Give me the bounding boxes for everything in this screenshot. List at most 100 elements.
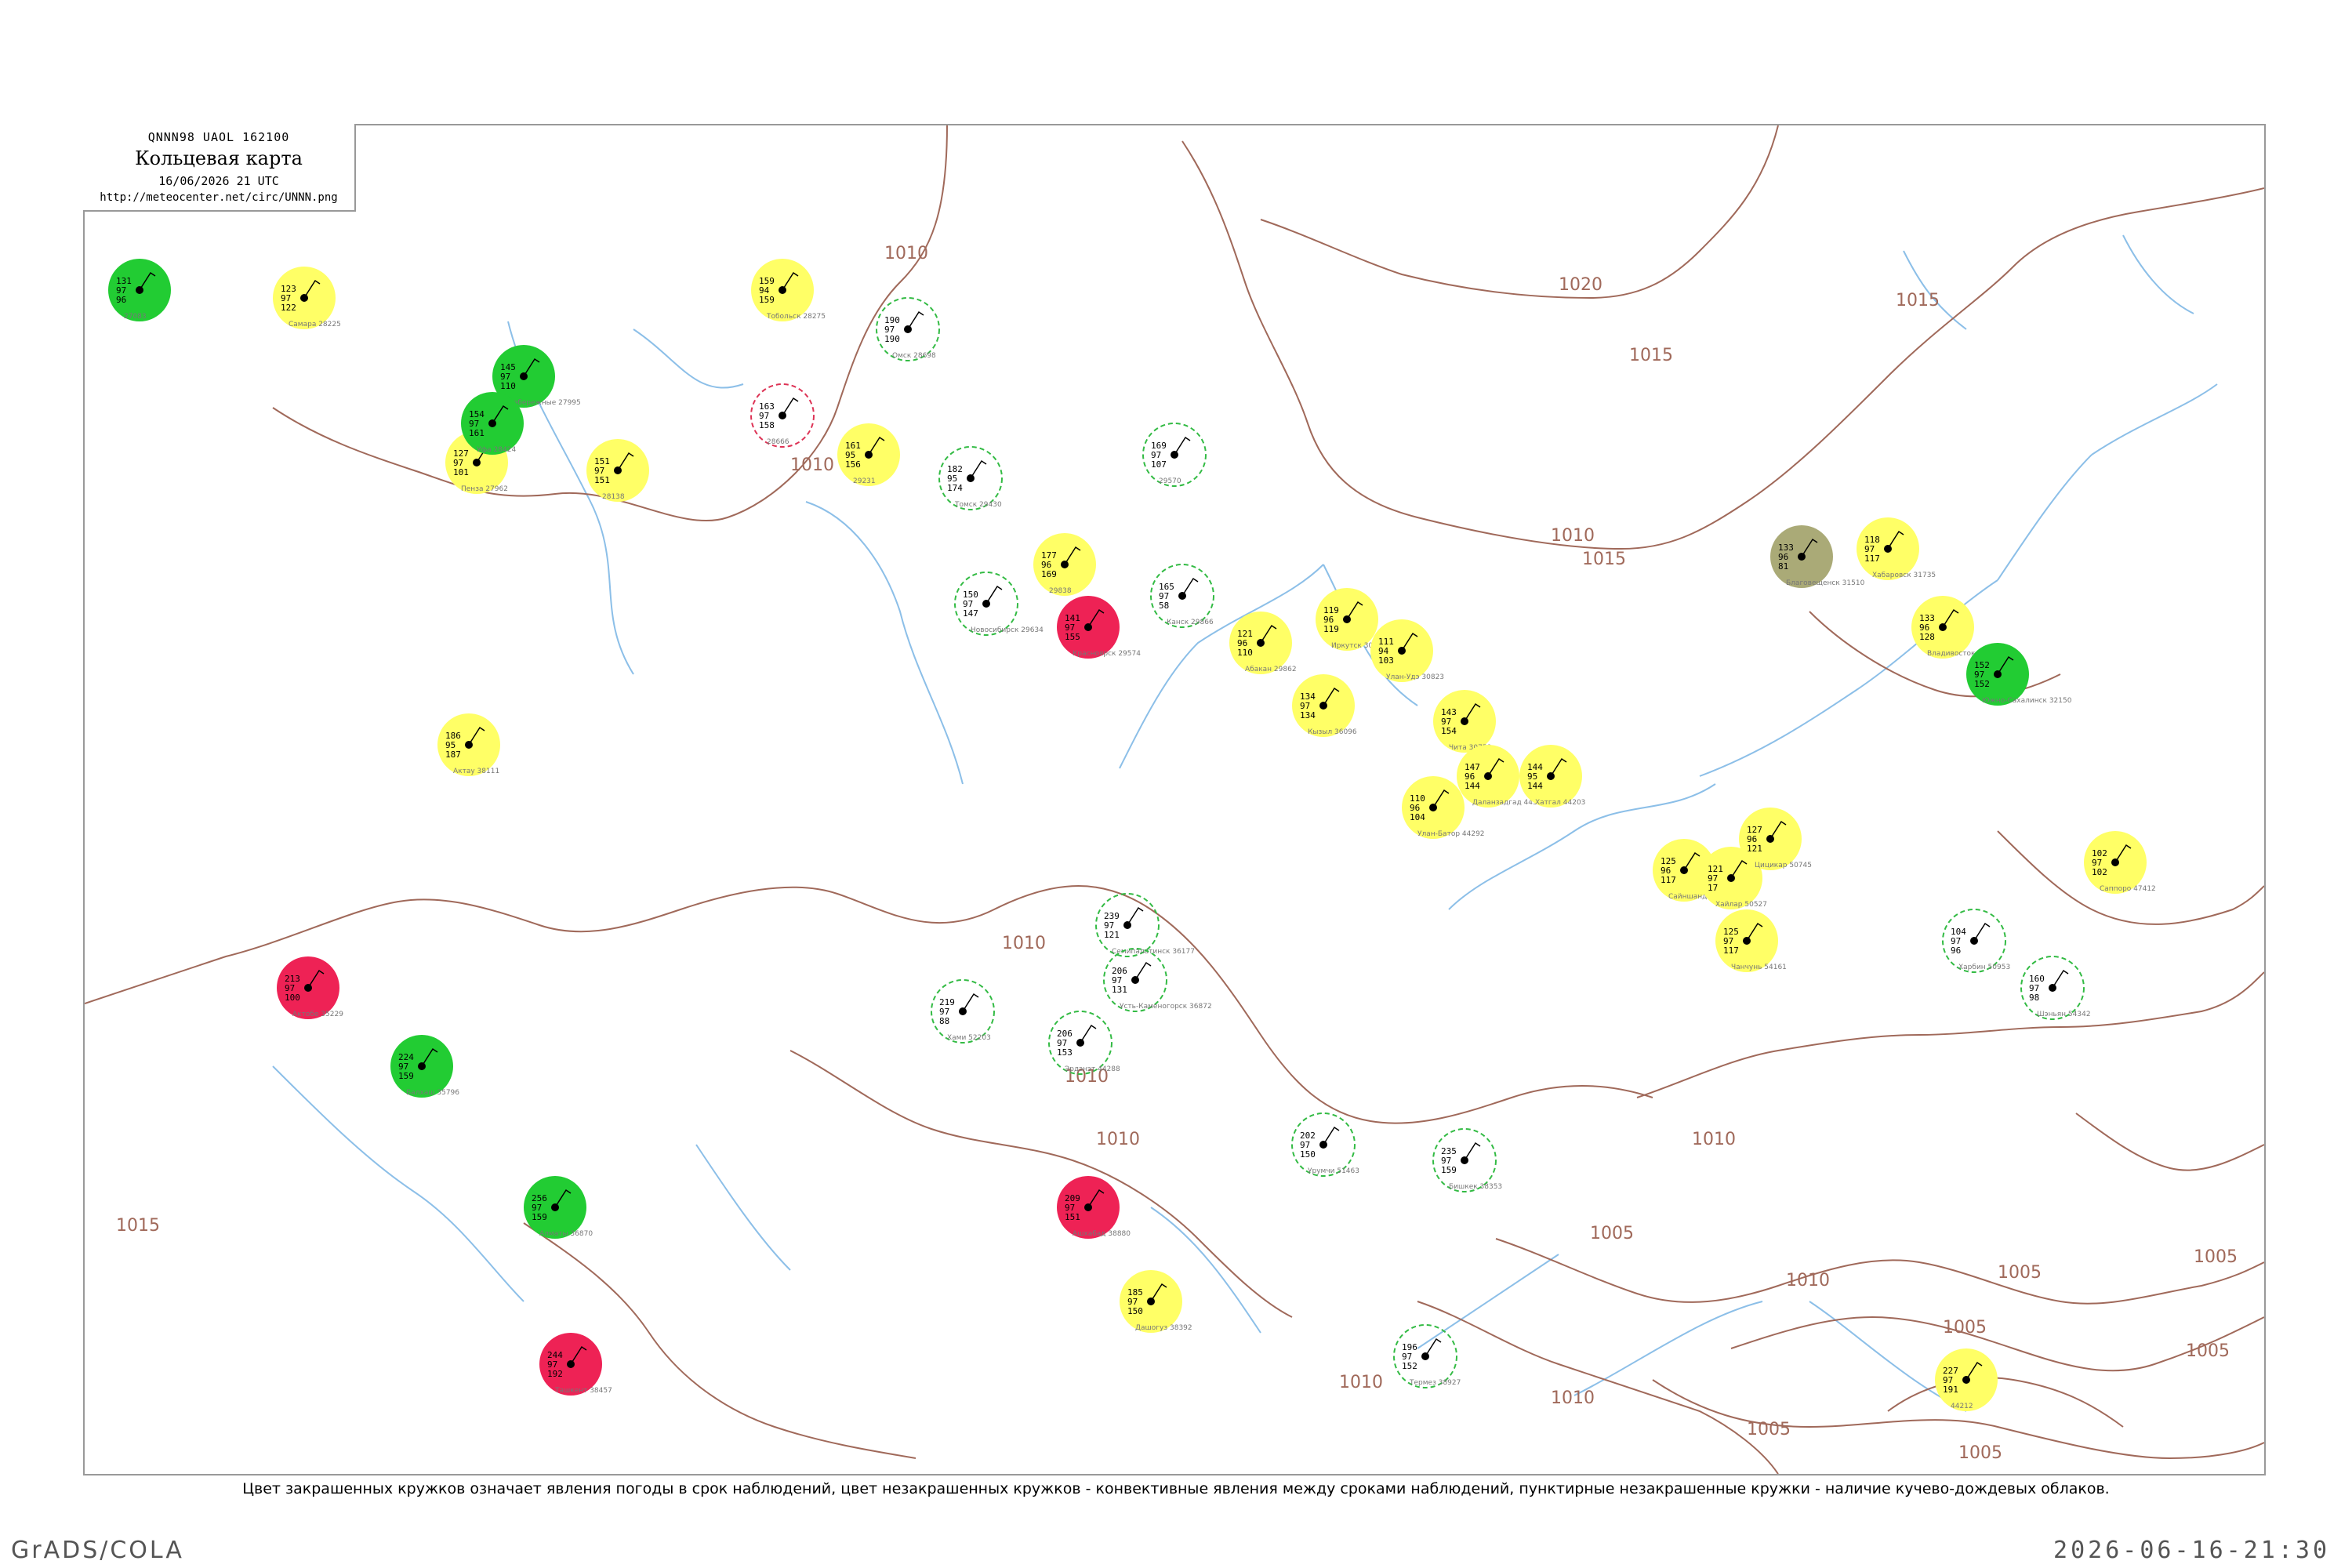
- station-dewpoint: 110: [500, 381, 516, 391]
- station-marker[interactable]: 10297102Саппоро 47412: [2084, 831, 2156, 894]
- station-marker[interactable]: 15994159Тобольск 28275: [751, 259, 826, 321]
- map-url[interactable]: http://meteocenter.net/circ/UNNN.png: [83, 191, 354, 204]
- isobar-label: 1010: [1551, 1388, 1595, 1408]
- station-marker[interactable]: 19697152Термез 38927: [1393, 1324, 1461, 1388]
- station-name: Канск 29866: [1167, 619, 1214, 626]
- station-dewpoint: 161: [469, 428, 485, 438]
- station-dewpoint: 117: [1723, 946, 1739, 956]
- station-marker[interactable]: 19097190Омск 28698: [876, 297, 940, 361]
- station-dewpoint: 88: [939, 1016, 949, 1026]
- station-marker[interactable]: 11897117Хабаровск 31735: [1857, 517, 1936, 580]
- river: [633, 328, 744, 389]
- isobar-label: 1010: [790, 456, 834, 475]
- station-name: Омск 28698: [892, 352, 936, 360]
- station-marker[interactable]: 21397100Актобе 35229: [277, 956, 343, 1019]
- station-name: Ташкент 38457: [554, 1387, 612, 1395]
- station-dewpoint: 96: [116, 295, 126, 305]
- station-name: Ашхабад 38880: [1073, 1230, 1131, 1238]
- station-marker[interactable]: 15497161Уфа 28424: [461, 392, 524, 455]
- isobar-label: 1020: [1559, 275, 1602, 295]
- isobar: [1260, 125, 1779, 299]
- station-marker[interactable]: 131979627083: [108, 259, 171, 321]
- station-marker[interactable]: 12597117Чанчунь 54161: [1715, 909, 1787, 972]
- station-name: Хами 52203: [947, 1034, 991, 1042]
- isobar-label: 1010: [884, 244, 928, 263]
- isobar-label: 1005: [2194, 1247, 2238, 1267]
- map-area[interactable]: 1005 1010 1010 1010 1015 1015 1015 1020 1015 1010…: [83, 124, 2266, 1475]
- station-marker[interactable]: 12397122Самара 28225: [273, 267, 341, 329]
- station-marker[interactable]: 12796121Цицикар 50745: [1739, 808, 1812, 870]
- bulletin-code: QNNN98 UAOL 162100: [147, 130, 290, 144]
- station-marker[interactable]: 20297150Урумчи 51463: [1291, 1112, 1359, 1177]
- station-marker[interactable]: 11194103Улан-Удэ 30823: [1370, 619, 1444, 682]
- isobar-label: 1005: [1958, 1443, 2002, 1463]
- station-name: Чанчунь 54161: [1731, 964, 1787, 971]
- station-marker[interactable]: 1619515629231: [837, 423, 900, 486]
- station-name: Южно-Сахалинск 32150: [1982, 697, 2072, 705]
- station-marker[interactable]: 12196110Абакан 29862: [1229, 612, 1297, 674]
- station-marker[interactable]: 15097147Новосибирск 29634: [954, 572, 1044, 636]
- stations-layer: 13197962708312797101Пенза 2796212397122С…: [108, 259, 2156, 1411]
- station-marker[interactable]: 13497134Кызыл 36096: [1292, 674, 1357, 737]
- station-marker[interactable]: 18295174Томск 29430: [938, 446, 1003, 510]
- station-name: Самара 28225: [289, 321, 341, 328]
- isobar: [1417, 1301, 1779, 1474]
- station-name: Новосибирск 29634: [971, 626, 1044, 634]
- station-dewpoint: 98: [2029, 993, 2039, 1003]
- river: [2122, 234, 2194, 314]
- station-marker[interactable]: 1609798Шэньян 54342: [2020, 956, 2091, 1020]
- station-marker[interactable]: 1519715128138: [586, 439, 649, 502]
- river: [805, 501, 964, 785]
- station-marker[interactable]: 15297152Южно-Сахалинск 32150: [1966, 643, 2072, 706]
- station-marker[interactable]: 1639715828666: [750, 383, 815, 448]
- station-marker[interactable]: 1049796Харбин 50953: [1942, 909, 2010, 973]
- station-dewpoint: 169: [1041, 569, 1057, 579]
- isobar-label: 1010: [1002, 934, 1046, 953]
- isobar-label: 1015: [1629, 346, 1673, 365]
- station-dewpoint: 150: [1300, 1149, 1316, 1160]
- isobar-label: 1005: [2186, 1341, 2230, 1361]
- station-marker[interactable]: 20697153Эрдэнэт 44288: [1048, 1011, 1120, 1075]
- station-marker[interactable]: 14397154Чита 30758: [1433, 690, 1496, 753]
- station-dewpoint: 104: [1410, 812, 1425, 822]
- station-marker[interactable]: 1339681Благовещенск 31510: [1770, 525, 1865, 588]
- station-marker[interactable]: 25697159Алматы 36870: [524, 1176, 593, 1239]
- river: [2091, 383, 2218, 456]
- station-marker[interactable]: 20697131Усть-Каменогорск 36872: [1103, 948, 1212, 1012]
- station-name: Хайлар 50527: [1715, 901, 1767, 909]
- river: [1417, 1254, 1559, 1349]
- station-dewpoint: 121: [1747, 844, 1762, 854]
- isobar-label: 1005: [1943, 1318, 1987, 1338]
- station-marker[interactable]: 23997121Семипалатинск 36177: [1095, 893, 1195, 957]
- station-marker[interactable]: 14495144Хатгал 44203: [1519, 745, 1585, 808]
- station-dewpoint: 17: [1708, 883, 1718, 893]
- station-dewpoint: 100: [285, 993, 300, 1003]
- station-name: Актау 38111: [453, 768, 499, 775]
- station-marker[interactable]: 23597159Бишкек 38353: [1432, 1128, 1502, 1192]
- station-marker[interactable]: 24497192Ташкент 38457: [539, 1333, 612, 1396]
- station-name: Усть-Каменогорск 36872: [1120, 1003, 1212, 1011]
- station-dewpoint: 122: [281, 303, 296, 313]
- station-marker[interactable]: 18597150Дашогуз 38392: [1120, 1270, 1192, 1333]
- isobar: [1181, 140, 2264, 550]
- footer-credit: GrADS/COLA: [11, 1537, 184, 1564]
- station-dewpoint: 154: [1441, 726, 1457, 736]
- station-name: Кызыл 36096: [1308, 728, 1357, 736]
- station-dewpoint: 119: [1323, 624, 1339, 634]
- station-marker[interactable]: 2199788Хами 52203: [931, 979, 995, 1044]
- station-marker[interactable]: 1659758Канск 29866: [1150, 564, 1214, 628]
- station-marker[interactable]: 1699710729570: [1142, 423, 1207, 487]
- station-marker[interactable]: 1779616929838: [1033, 533, 1096, 596]
- station-name: Хабаровск 31735: [1872, 572, 1936, 579]
- isobar: [2075, 1112, 2264, 1171]
- station-marker[interactable]: 20997151Ашхабад 38880: [1057, 1176, 1131, 1239]
- station-marker[interactable]: 14197155Красноярск 29574: [1057, 596, 1141, 659]
- station-name: Хатгал 44203: [1535, 799, 1585, 807]
- station-name: Красноярск 29574: [1073, 650, 1141, 658]
- station-marker[interactable]: 22497159Балхаш 35796: [390, 1035, 459, 1098]
- station-marker[interactable]: 18695187Актау 38111: [437, 713, 500, 776]
- station-name: Алматы 36870: [539, 1230, 593, 1238]
- river: [1903, 250, 1967, 330]
- station-marker[interactable]: 2279719144212: [1935, 1348, 1998, 1411]
- isobar-label: 1005: [1998, 1263, 2042, 1283]
